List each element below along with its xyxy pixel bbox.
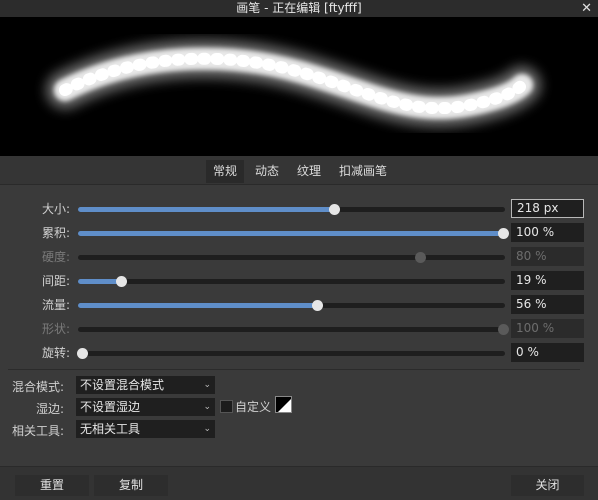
- blend-mode-value: 不设置混合模式: [80, 378, 165, 392]
- curve-icon: [278, 399, 291, 412]
- accumulation-value-field[interactable]: 100 %: [511, 223, 584, 242]
- title-bar: 画笔 - 正在编辑 [ftyfff] ✕: [0, 0, 598, 17]
- tab-dynamics[interactable]: 动态: [250, 160, 284, 183]
- flow-label: 流量:: [41, 298, 70, 312]
- custom-label: 自定义: [235, 400, 272, 414]
- accumulation-label: 累积:: [41, 226, 70, 240]
- chevron-down-icon: ⌄: [203, 424, 211, 434]
- accumulation-slider-handle[interactable]: [498, 228, 509, 239]
- size-slider-handle[interactable]: [329, 204, 340, 215]
- wet-edges-label: 湿边:: [35, 402, 64, 416]
- hardness-value-field: 80 %: [511, 247, 584, 266]
- rotation-label: 旋转:: [41, 346, 70, 360]
- flow-value-field[interactable]: 56 %: [511, 295, 584, 314]
- close-icon[interactable]: ✕: [581, 0, 592, 17]
- flow-slider-handle[interactable]: [312, 300, 323, 311]
- flow-slider[interactable]: [78, 300, 505, 311]
- spacing-slider-handle[interactable]: [116, 276, 127, 287]
- window-title: 画笔 - 正在编辑 [ftyfff]: [236, 1, 362, 15]
- wet-edges-value: 不设置湿边: [80, 400, 141, 414]
- spacing-value-field[interactable]: 19 %: [511, 271, 584, 290]
- hardness-slider: [78, 252, 505, 263]
- blend-mode-select[interactable]: 不设置混合模式 ⌄: [76, 376, 215, 394]
- size-label: 大小:: [41, 202, 70, 216]
- blend-mode-label: 混合模式:: [11, 380, 64, 394]
- spacing-slider[interactable]: [78, 276, 505, 287]
- shape-slider: [78, 324, 509, 335]
- custom-checkbox[interactable]: [220, 400, 233, 413]
- hardness-slider-handle: [415, 252, 426, 263]
- wet-edges-select[interactable]: 不设置湿边 ⌄: [76, 398, 215, 416]
- tab-general[interactable]: 常规: [206, 160, 244, 183]
- size-slider[interactable]: [78, 204, 505, 215]
- shape-label: 形状:: [41, 322, 70, 336]
- copy-button[interactable]: 复制: [94, 475, 168, 496]
- reset-button[interactable]: 重置: [15, 475, 89, 496]
- tab-subtract-brush[interactable]: 扣减画笔: [334, 160, 392, 183]
- footer-bar: 重置 复制 关闭: [0, 466, 598, 500]
- tab-bar: 常规 动态 纹理 扣减画笔: [0, 156, 598, 185]
- chevron-down-icon: ⌄: [203, 380, 211, 390]
- spacing-label: 间距:: [41, 274, 70, 288]
- brush-stroke-preview: [46, 39, 541, 128]
- size-value-field[interactable]: 218 px: [511, 199, 584, 218]
- related-tool-select[interactable]: 无相关工具 ⌄: [76, 420, 215, 438]
- related-tool-label: 相关工具:: [11, 424, 64, 438]
- related-tool-value: 无相关工具: [80, 422, 141, 436]
- brush-preview: [0, 17, 598, 156]
- hardness-label: 硬度:: [41, 250, 70, 264]
- chevron-down-icon: ⌄: [203, 402, 211, 412]
- curve-swatch[interactable]: [275, 396, 292, 413]
- accumulation-slider-fill: [78, 231, 503, 236]
- section-divider: [8, 369, 580, 370]
- accumulation-slider[interactable]: [78, 228, 509, 239]
- spacing-slider-fill: [78, 279, 121, 284]
- rotation-value-field[interactable]: 0 %: [511, 343, 584, 362]
- rotation-slider[interactable]: [77, 348, 505, 359]
- flow-slider-fill: [78, 303, 317, 308]
- tab-texture[interactable]: 纹理: [292, 160, 326, 183]
- shape-value-field: 100 %: [511, 319, 584, 338]
- rotation-slider-handle[interactable]: [77, 348, 88, 359]
- size-slider-fill: [78, 207, 334, 212]
- shape-slider-handle: [498, 324, 509, 335]
- close-button[interactable]: 关闭: [511, 475, 584, 496]
